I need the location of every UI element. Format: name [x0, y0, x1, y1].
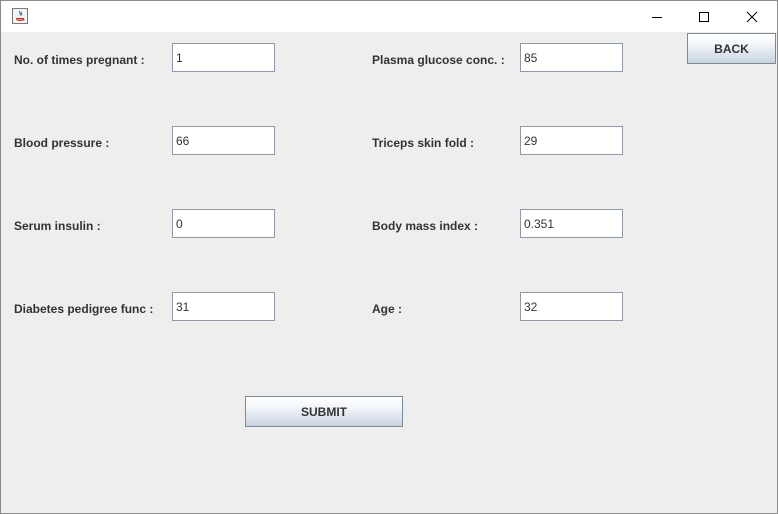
skin-fold-input[interactable]: [520, 126, 623, 155]
blood-pressure-input[interactable]: [172, 126, 275, 155]
blood-pressure-label: Blood pressure :: [14, 136, 110, 150]
glucose-input[interactable]: [520, 43, 623, 72]
age-input[interactable]: [520, 292, 623, 321]
java-app-icon[interactable]: [12, 8, 28, 24]
insulin-input[interactable]: [172, 209, 275, 238]
pedigree-label: Diabetes pedigree func :: [14, 302, 154, 316]
back-button[interactable]: BACK: [687, 33, 776, 64]
submit-button[interactable]: SUBMIT: [245, 396, 403, 427]
minimize-button[interactable]: [634, 1, 680, 32]
close-icon: [746, 11, 758, 22]
pedigree-input[interactable]: [172, 292, 275, 321]
insulin-label: Serum insulin :: [14, 219, 101, 233]
glucose-label: Plasma glucose conc. :: [372, 53, 505, 67]
title-bar[interactable]: [1, 1, 777, 32]
pregnancies-label: No. of times pregnant :: [14, 53, 145, 67]
maximize-button[interactable]: [681, 1, 727, 32]
bmi-input[interactable]: [520, 209, 623, 238]
skin-fold-label: Triceps skin fold :: [372, 136, 475, 150]
pregnancies-input[interactable]: [172, 43, 275, 72]
maximize-icon: [699, 11, 709, 22]
age-label: Age :: [372, 302, 402, 316]
close-button[interactable]: [729, 1, 775, 32]
minimize-icon: [652, 16, 662, 18]
form-panel: BACK No. of times pregnant : Plasma gluc…: [1, 32, 777, 513]
application-window: BACK No. of times pregnant : Plasma gluc…: [0, 0, 778, 514]
bmi-label: Body mass index :: [372, 219, 479, 233]
